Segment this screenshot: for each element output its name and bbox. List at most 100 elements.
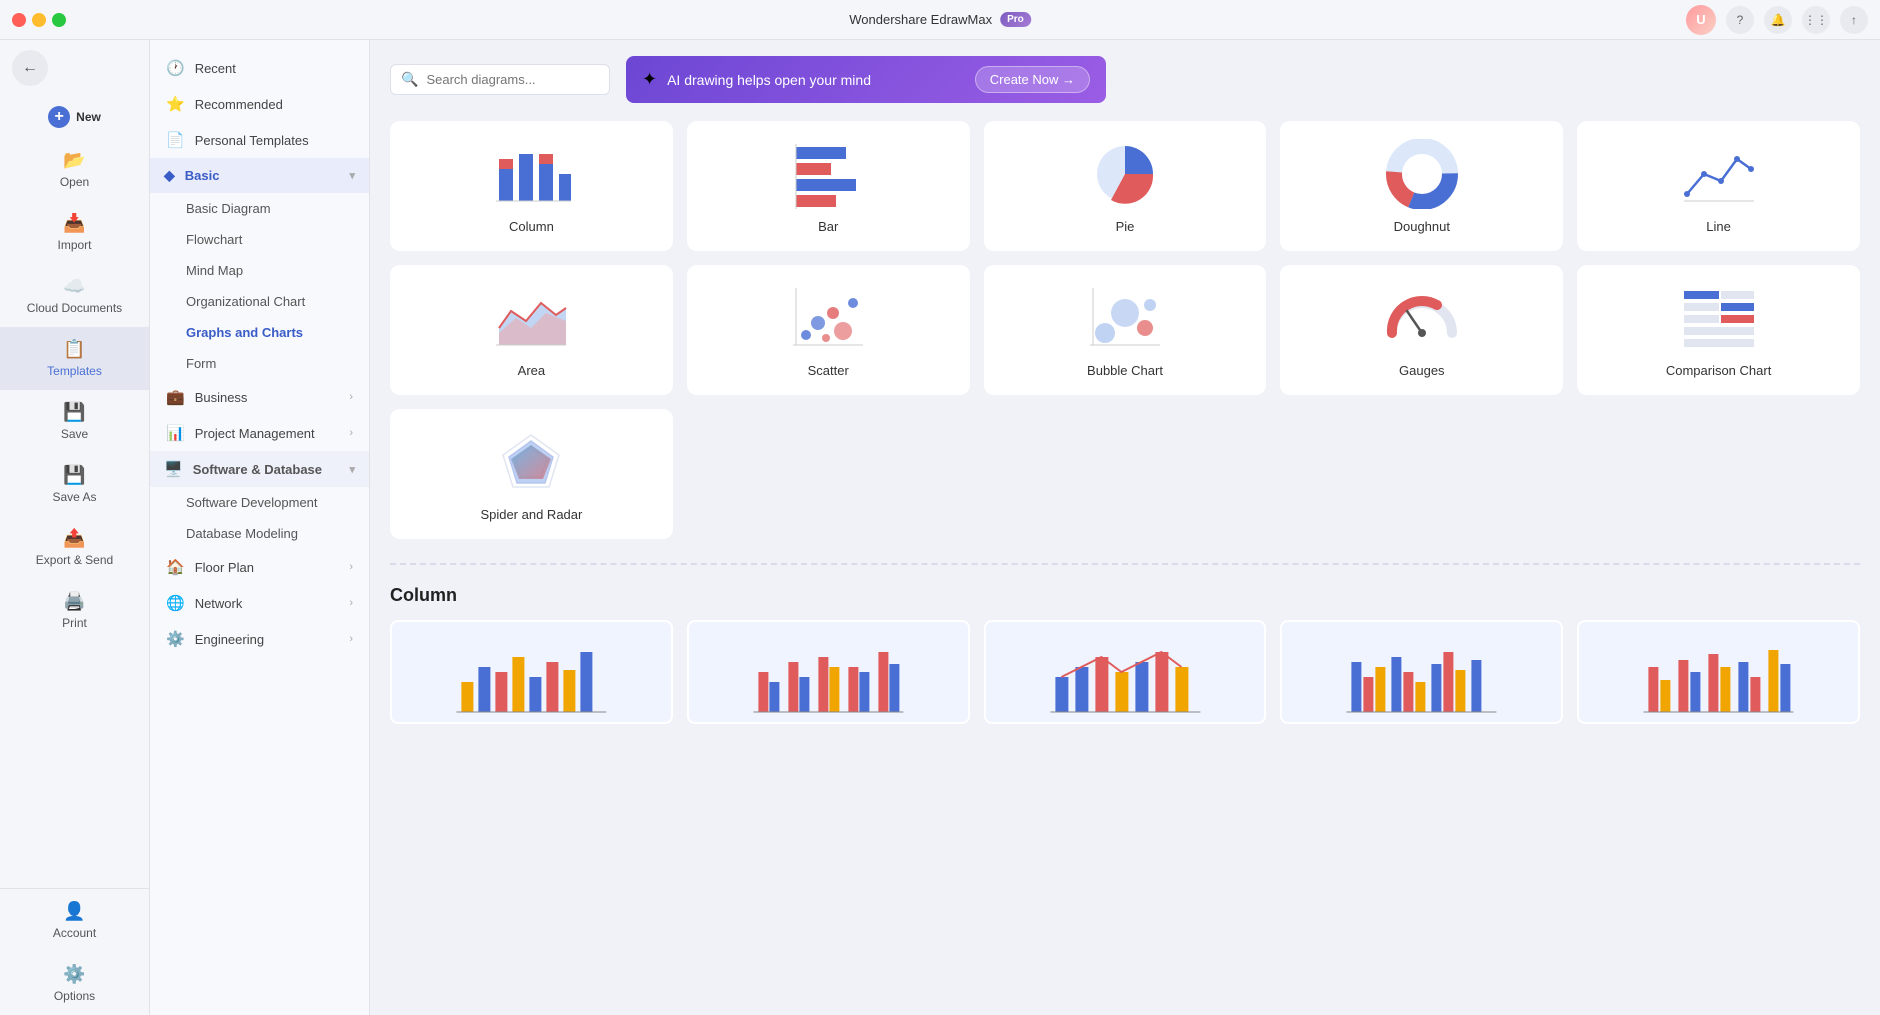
- search-box[interactable]: 🔍: [390, 64, 610, 95]
- sidebar-item-saveas[interactable]: 💾 Save As: [0, 453, 149, 516]
- nav-item-basic[interactable]: ◆ Basic ▾: [150, 158, 369, 193]
- network-chevron-icon: ›: [349, 597, 353, 609]
- chart-card-spider[interactable]: Spider and Radar: [390, 409, 673, 539]
- sidebar-item-account[interactable]: 👤 Account: [0, 889, 149, 952]
- nav-item-project[interactable]: 📊 Project Management ›: [150, 415, 369, 451]
- business-icon: 💼: [166, 388, 185, 406]
- chart-card-scatter[interactable]: Scatter: [687, 265, 970, 395]
- chart-card-bubble[interactable]: Bubble Chart: [984, 265, 1267, 395]
- left-sidebar: ← + New 📂 Open 📥 Import ☁️ Cloud Documen…: [0, 40, 150, 1015]
- sub-item-software-dev[interactable]: Software Development: [150, 487, 369, 518]
- chart-card-column[interactable]: Column: [390, 121, 673, 251]
- sub-item-form[interactable]: Form: [150, 348, 369, 379]
- sub-item-orgchart[interactable]: Organizational Chart: [150, 286, 369, 317]
- chart-card-gauges[interactable]: Gauges: [1280, 265, 1563, 395]
- gauges-chart-label: Gauges: [1399, 363, 1445, 378]
- sidebar-item-options[interactable]: ⚙️ Options: [0, 952, 149, 1015]
- sidebar-item-import[interactable]: 📥 Import: [0, 201, 149, 264]
- sub-item-database[interactable]: Database Modeling: [150, 518, 369, 549]
- sidebar-options-label: Options: [54, 989, 95, 1003]
- import-icon: 📥: [63, 213, 85, 234]
- basic-diamond-icon: ◆: [164, 167, 175, 184]
- chart-card-bar[interactable]: Bar: [687, 121, 970, 251]
- project-icon: 📊: [166, 424, 185, 442]
- sidebar-item-templates[interactable]: 📋 Templates: [0, 327, 149, 390]
- chart-card-pie[interactable]: Pie: [984, 121, 1267, 251]
- help-button[interactable]: ?: [1726, 6, 1754, 34]
- nav-item-personal[interactable]: 📄 Personal Templates: [150, 122, 369, 158]
- export-icon: 📤: [63, 528, 85, 549]
- template-thumb-4: [1282, 622, 1561, 722]
- pie-chart-label: Pie: [1116, 219, 1135, 234]
- sidebar-cloud-label: Cloud Documents: [27, 301, 122, 315]
- sidebar-item-print[interactable]: 🖨️ Print: [0, 579, 149, 642]
- ai-banner-icon: ✦: [642, 69, 657, 90]
- sub-item-flowchart[interactable]: Flowchart: [150, 224, 369, 255]
- title-bar-right: U ? 🔔 ⋮⋮ ↑: [1686, 5, 1868, 35]
- chart-card-doughnut[interactable]: Doughnut: [1280, 121, 1563, 251]
- new-icon: +: [48, 106, 70, 128]
- chart-card-area[interactable]: Area: [390, 265, 673, 395]
- nav-item-floorplan[interactable]: 🏠 Floor Plan ›: [150, 549, 369, 585]
- template-card-1[interactable]: [390, 620, 673, 724]
- business-chevron-icon: ›: [349, 391, 353, 403]
- templates-icon: 📋: [63, 339, 85, 360]
- chart-card-comparison[interactable]: Comparison Chart: [1577, 265, 1860, 395]
- user-avatar[interactable]: U: [1686, 5, 1716, 35]
- apps-button[interactable]: ⋮⋮: [1802, 6, 1830, 34]
- line-chart-icon: [1679, 139, 1759, 209]
- nav-item-network[interactable]: 🌐 Network ›: [150, 585, 369, 621]
- template-card-2[interactable]: [687, 620, 970, 724]
- personal-icon: 📄: [166, 131, 185, 149]
- maximize-button[interactable]: [52, 13, 66, 27]
- sub-item-mindmap[interactable]: Mind Map: [150, 255, 369, 286]
- scatter-chart-icon: [788, 283, 868, 353]
- recent-icon: 🕐: [166, 59, 185, 77]
- content-topbar: 🔍 ✦ AI drawing helps open your mind Crea…: [390, 56, 1860, 103]
- content-area: 🔍 ✦ AI drawing helps open your mind Crea…: [370, 40, 1880, 1015]
- ai-create-button[interactable]: Create Now →: [975, 66, 1090, 93]
- doughnut-chart-label: Doughnut: [1394, 219, 1450, 234]
- back-button[interactable]: ←: [0, 40, 149, 96]
- area-chart-label: Area: [518, 363, 545, 378]
- sidebar-item-save[interactable]: 💾 Save: [0, 390, 149, 453]
- sidebar-saveas-label: Save As: [52, 490, 96, 504]
- nav-item-engineering[interactable]: ⚙️ Engineering ›: [150, 621, 369, 657]
- nav-item-software[interactable]: 🖥️ Software & Database ▾: [150, 451, 369, 487]
- app-title: Wondershare EdrawMax: [849, 12, 992, 27]
- line-chart-label: Line: [1706, 219, 1731, 234]
- sidebar-item-cloud[interactable]: ☁️ Cloud Documents: [0, 264, 149, 327]
- share-button[interactable]: ↑: [1840, 6, 1868, 34]
- template-card-4[interactable]: [1280, 620, 1563, 724]
- nav-item-recommended[interactable]: ⭐ Recommended: [150, 86, 369, 122]
- pro-badge: Pro: [1000, 12, 1031, 27]
- middle-panel: 🕐 Recent ⭐ Recommended 📄 Personal Templa…: [150, 40, 370, 1015]
- nav-item-recent[interactable]: 🕐 Recent: [150, 50, 369, 86]
- bubble-chart-icon: [1085, 283, 1165, 353]
- bubble-chart-label: Bubble Chart: [1087, 363, 1163, 378]
- gauges-chart-icon: [1382, 283, 1462, 353]
- sub-item-basic-diagram[interactable]: Basic Diagram: [150, 193, 369, 224]
- template-card-5[interactable]: [1577, 620, 1860, 724]
- close-button[interactable]: [12, 13, 26, 27]
- nav-item-business[interactable]: 💼 Business ›: [150, 379, 369, 415]
- template-thumb-5: [1579, 622, 1858, 722]
- sub-item-graphs[interactable]: Graphs and Charts: [150, 317, 369, 348]
- sidebar-item-new[interactable]: + New: [0, 96, 149, 138]
- column-chart-icon: [491, 139, 571, 209]
- chart-card-line[interactable]: Line: [1577, 121, 1860, 251]
- minimize-button[interactable]: [32, 13, 46, 27]
- area-chart-icon: [491, 283, 571, 353]
- template-card-3[interactable]: [984, 620, 1267, 724]
- sidebar-item-export[interactable]: 📤 Export & Send: [0, 516, 149, 579]
- pie-chart-icon: [1085, 139, 1165, 209]
- sidebar-item-open[interactable]: 📂 Open: [0, 138, 149, 201]
- sidebar-new-label: New: [76, 110, 101, 124]
- ai-banner: ✦ AI drawing helps open your mind Create…: [626, 56, 1106, 103]
- sidebar-templates-label: Templates: [47, 364, 102, 378]
- notification-button[interactable]: 🔔: [1764, 6, 1792, 34]
- sidebar-save-label: Save: [61, 427, 88, 441]
- search-input[interactable]: [426, 72, 599, 87]
- open-icon: 📂: [63, 150, 85, 171]
- sidebar-account-label: Account: [53, 926, 96, 940]
